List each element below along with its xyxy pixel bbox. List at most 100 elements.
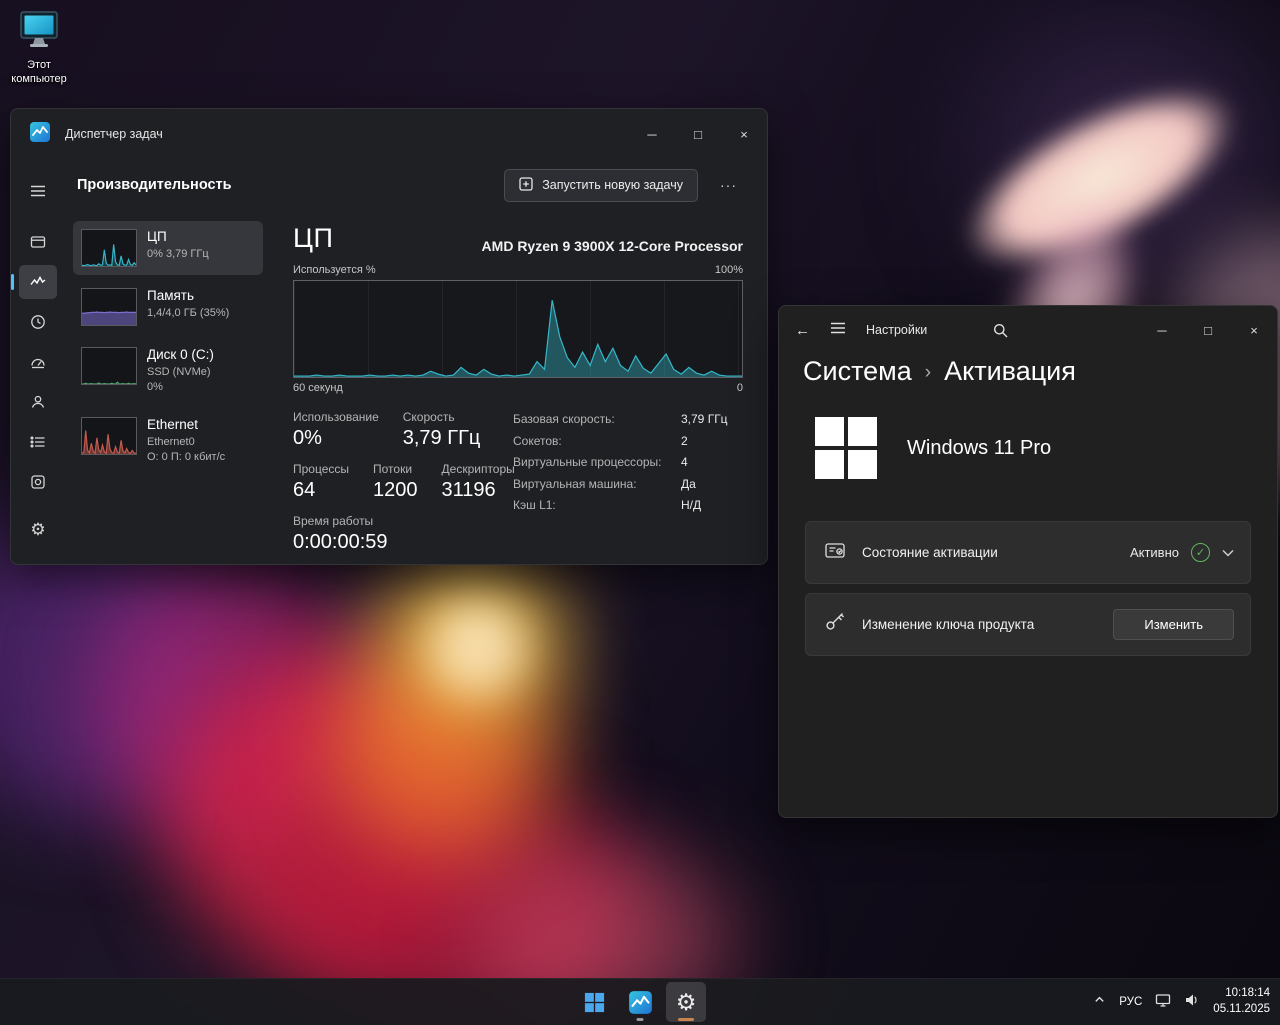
stat-handles: Дескрипторы 31196 xyxy=(441,462,515,501)
change-product-key-button[interactable]: Изменить xyxy=(1113,609,1234,640)
taskbar-settings-button[interactable]: ⚙ xyxy=(666,982,706,1022)
perf-item-detail: 0% 3,79 ГГц xyxy=(147,248,209,260)
graph-xlabel: 60 секунд xyxy=(293,382,343,394)
perf-item-name: ЦП xyxy=(147,229,167,244)
stat-uptime: Время работы 0:00:00:59 xyxy=(293,514,388,553)
cpu-graph-svg xyxy=(294,281,742,377)
perf-item-name: Диск 0 (C:) xyxy=(147,347,214,362)
stat-speed: Скорость 3,79 ГГц xyxy=(402,410,481,449)
performance-content: ЦП 0% 3,79 ГГц Память 1,4/4,0 ГБ (35%) Д… xyxy=(65,211,767,564)
stat-usage: Использование 0% xyxy=(293,410,379,449)
search-icon[interactable] xyxy=(993,323,1008,338)
desktop-icon-label: Этот компьютер xyxy=(11,59,67,86)
task-manager-body: ⚙ Производительность Запустить новую зад… xyxy=(11,159,767,564)
this-pc-icon xyxy=(17,10,61,55)
task-manager-app-icon xyxy=(29,121,51,148)
task-manager-settings-icon[interactable]: ⚙ xyxy=(19,513,57,547)
cpu-panel-title: ЦП xyxy=(293,223,334,253)
hamburger-menu-icon[interactable] xyxy=(19,174,57,208)
active-check-icon: ✓ xyxy=(1191,543,1210,562)
close-button[interactable]: × xyxy=(721,109,767,159)
ethernet-sparkline xyxy=(81,416,137,455)
nav-performance-icon[interactable] xyxy=(11,265,57,299)
maximize-button[interactable]: □ xyxy=(1185,306,1231,354)
system-tray: РУС 10:18:14 05.11.2025 xyxy=(1093,979,1270,1025)
clock[interactable]: 10:18:14 05.11.2025 xyxy=(1213,986,1270,1017)
activation-cards: Состояние активации Активно ✓ Изменение … xyxy=(779,521,1277,656)
detail-row: Виртуальная машина: Да xyxy=(513,476,696,491)
activation-status-value: Активно xyxy=(1129,545,1179,560)
nav-app-history-icon[interactable] xyxy=(19,305,57,339)
desktop-icon-this-pc[interactable]: Этот компьютер xyxy=(6,10,72,87)
close-button[interactable]: × xyxy=(1231,306,1277,354)
window-controls: ─ □ × xyxy=(629,109,767,159)
start-button[interactable] xyxy=(574,982,614,1022)
nav-details-icon[interactable] xyxy=(19,425,57,459)
desktop: Этот компьютер Диспетчер задач ─ □ × ⚙ П… xyxy=(0,0,1280,1025)
tray-chevron-up-icon[interactable] xyxy=(1093,993,1106,1011)
minimize-button[interactable]: ─ xyxy=(629,109,675,159)
nav-startup-apps-icon[interactable] xyxy=(19,345,57,379)
settings-hamburger-icon[interactable] xyxy=(830,320,846,341)
graph-ylabel: Используется % xyxy=(293,264,376,276)
task-manager-titlebar[interactable]: Диспетчер задач ─ □ × xyxy=(11,109,767,159)
page-title: Производительность xyxy=(77,177,232,193)
chevron-down-icon[interactable] xyxy=(1222,544,1234,562)
stat-threads: Потоки 1200 xyxy=(373,462,418,501)
new-task-icon xyxy=(519,176,533,194)
volume-icon[interactable] xyxy=(1184,992,1200,1013)
processor-name: AMD Ryzen 9 3900X 12-Core Processor xyxy=(481,238,743,254)
detail-row: Базовая скорость: 3,79 ГГц xyxy=(513,412,728,426)
windows-logo-icon xyxy=(815,417,877,479)
windows-edition-name: Windows 11 Pro xyxy=(907,436,1052,459)
task-manager-main-area: Производительность Запустить новую задач… xyxy=(65,159,767,564)
minimize-button[interactable]: ─ xyxy=(1139,306,1185,354)
task-manager-toolbar: Производительность Запустить новую задач… xyxy=(65,159,767,211)
task-manager-nav-rail: ⚙ xyxy=(11,159,65,564)
perf-item-detail: Ethernet0 О: 0 П: 0 кбит/с xyxy=(147,435,226,464)
taskbar-task-manager-button[interactable] xyxy=(620,982,660,1022)
settings-gear-icon: ⚙ xyxy=(675,988,697,1015)
wallpaper-bloom-highlight xyxy=(430,600,525,695)
toolbar-actions: Запустить новую задачу ··· xyxy=(504,168,745,202)
back-icon[interactable]: ← xyxy=(795,322,810,339)
cpu-detail-panel: ЦП AMD Ryzen 9 3900X 12-Core Processor И… xyxy=(263,211,767,564)
perf-item-disk[interactable]: Диск 0 (C:) SSD (NVMe) 0% xyxy=(73,339,263,404)
nav-users-icon[interactable] xyxy=(19,385,57,419)
nav-services-icon[interactable] xyxy=(19,465,57,499)
perf-item-ethernet[interactable]: Ethernet Ethernet0 О: 0 П: 0 кбит/с xyxy=(73,409,263,474)
memory-sparkline xyxy=(81,288,137,326)
activation-state-card[interactable]: Состояние активации Активно ✓ xyxy=(805,521,1251,584)
key-icon xyxy=(824,611,846,638)
perf-item-cpu[interactable]: ЦП 0% 3,79 ГГц xyxy=(73,221,263,275)
maximize-button[interactable]: □ xyxy=(675,109,721,159)
perf-item-name: Память xyxy=(147,288,195,303)
graph-ymax: 100% xyxy=(714,264,743,276)
window-controls: ─ □ × xyxy=(1139,306,1277,354)
cpu-spec-details: Базовая скорость: 3,79 ГГц Сокетов: 2 Ви… xyxy=(513,410,728,554)
perf-item-detail: 1,4/4,0 ГБ (35%) xyxy=(147,307,230,319)
settings-titlebar[interactable]: ← Настройки ─ □ × xyxy=(779,306,1277,354)
detail-row: Сокетов: 2 xyxy=(513,433,688,448)
nav-processes-icon[interactable] xyxy=(19,225,57,259)
cpu-sparkline xyxy=(81,229,137,267)
cpu-usage-graph xyxy=(293,280,743,378)
graph-xmin: 0 xyxy=(736,382,743,394)
language-indicator[interactable]: РУС xyxy=(1119,996,1142,1008)
network-icon[interactable] xyxy=(1155,992,1171,1013)
more-options-icon[interactable]: ··· xyxy=(712,173,745,197)
window-title: Диспетчер задач xyxy=(65,127,163,141)
perf-item-name: Ethernet xyxy=(147,416,199,432)
task-manager-window: Диспетчер задач ─ □ × ⚙ Производительнос… xyxy=(10,108,768,565)
detail-row: Кэш L1: Н/Д xyxy=(513,498,702,513)
activation-status-icon xyxy=(824,539,846,566)
disk-sparkline xyxy=(81,347,137,385)
windows-edition-row: Windows 11 Pro xyxy=(779,417,1277,479)
product-key-card: Изменение ключа продукта Изменить xyxy=(805,593,1251,656)
perf-item-memory[interactable]: Память 1,4/4,0 ГБ (35%) xyxy=(73,280,263,334)
breadcrumb-system[interactable]: Система xyxy=(803,356,912,387)
perf-item-detail: SSD (NVMe) 0% xyxy=(147,366,211,394)
running-indicator xyxy=(636,1018,644,1021)
activation-state-label: Состояние активации xyxy=(862,545,998,560)
run-new-task-button[interactable]: Запустить новую задачу xyxy=(504,168,698,202)
